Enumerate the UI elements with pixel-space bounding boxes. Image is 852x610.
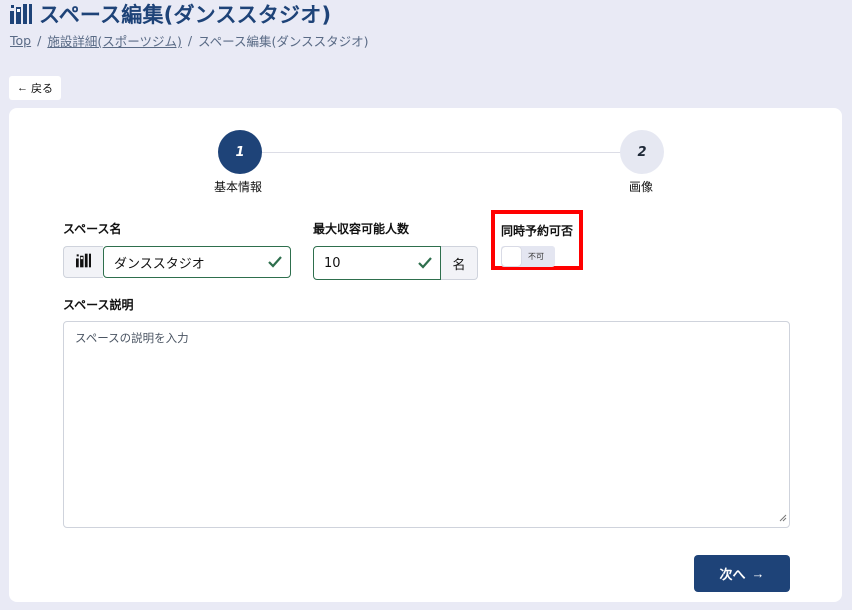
breadcrumb: Top / 施設詳細(スポーツジム) / スペース編集(ダンススタジオ) (10, 31, 369, 50)
concurrent-booking-label: 同時予約可否 (501, 224, 574, 238)
capacity-input[interactable]: 10 (313, 246, 441, 280)
space-name-label: スペース名 (63, 222, 122, 236)
next-button-label: 次へ (719, 567, 746, 582)
building-icon (9, 3, 33, 25)
page-header: スペース編集(ダンススタジオ) (9, 0, 331, 28)
breadcrumb-top-link[interactable]: Top (10, 33, 31, 48)
toggle-state-text: 不可 (528, 252, 544, 261)
space-name-group: ダンススタジオ (63, 246, 291, 278)
concurrent-booking-toggle[interactable]: 不可 (501, 246, 555, 267)
concurrent-booking-highlight: 同時予約可否 不可 (491, 210, 583, 270)
next-button[interactable]: 次へ → (694, 555, 790, 592)
space-name-input[interactable]: ダンススタジオ (103, 246, 291, 278)
building-icon (75, 253, 92, 272)
capacity-label: 最大収容可能人数 (313, 222, 410, 236)
description-label: スペース説明 (63, 298, 134, 312)
space-name-value: ダンススタジオ (114, 256, 205, 272)
back-button-label: 戻る (31, 83, 53, 95)
toggle-knob (502, 247, 521, 266)
step-2-label: 画像 (629, 180, 654, 194)
breadcrumb-separator: / (187, 33, 193, 48)
description-placeholder: スペースの説明を入力 (75, 331, 189, 345)
stepper-line (262, 152, 622, 153)
space-name-addon (63, 246, 103, 278)
capacity-unit: 名 (441, 246, 478, 280)
check-icon (268, 256, 282, 268)
description-textarea[interactable]: スペースの説明を入力 (63, 321, 790, 528)
breadcrumb-current: スペース編集(ダンススタジオ) (198, 34, 369, 49)
page-title: スペース編集(ダンススタジオ) (39, 3, 332, 27)
form-card: 1 2 基本情報 画像 スペース名 ダンススタジオ 最大収容可能人数 10 名 … (9, 108, 842, 602)
arrow-left-icon: ← (17, 82, 28, 94)
step-1-circle[interactable]: 1 (218, 130, 262, 174)
breadcrumb-facility-link[interactable]: 施設詳細(スポーツジム) (47, 31, 182, 50)
breadcrumb-separator: / (37, 33, 42, 48)
capacity-value: 10 (324, 255, 341, 271)
arrow-right-icon: → (751, 566, 765, 581)
back-button[interactable]: ← 戻る (9, 76, 61, 100)
resize-handle-icon[interactable] (779, 511, 787, 525)
page: スペース編集(ダンススタジオ) Top / 施設詳細(スポーツジム) / スペー… (0, 0, 852, 610)
check-icon (418, 257, 432, 269)
step-2-circle[interactable]: 2 (620, 130, 664, 174)
capacity-group: 10 名 (313, 246, 478, 280)
step-1-label: 基本情報 (214, 180, 263, 194)
